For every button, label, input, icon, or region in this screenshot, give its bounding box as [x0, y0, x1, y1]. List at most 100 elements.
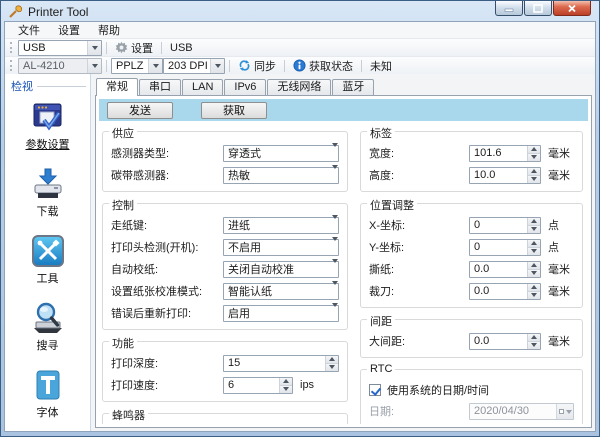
sidebar-item-download[interactable]: 下载 [31, 167, 65, 219]
y-coordinate-spinner[interactable]: 0 [469, 239, 541, 256]
spinner-up-icon[interactable] [326, 356, 338, 363]
dropdown-arrow-icon [87, 41, 101, 55]
large-gap-row: 大间距: 0.0 毫米 [369, 330, 574, 352]
ribbon-sensor-select[interactable]: 热敏 [223, 167, 339, 184]
menu-item-settings[interactable]: 设置 [49, 21, 89, 39]
spinner-up-icon[interactable] [528, 168, 540, 175]
sync-button[interactable]: 同步 [234, 58, 280, 74]
group-buzzer: 蜂鸣器 蜂鸣器: 启用 [102, 413, 348, 424]
printer-model-combo: AL-4210 [18, 58, 102, 74]
dropdown-arrow-icon [332, 241, 338, 253]
spinner-down-icon[interactable] [528, 341, 540, 349]
close-icon [567, 4, 577, 13]
x-coordinate-spinner[interactable]: 0 [469, 217, 541, 234]
tear-off-spinner[interactable]: 0.0 [469, 261, 541, 278]
app-icon [8, 5, 23, 19]
tab-wireless[interactable]: 无线网络 [267, 79, 331, 95]
auto-calibration-value: 关闭自动校准 [228, 261, 294, 277]
auto-calibration-select[interactable]: 关闭自动校准 [223, 261, 339, 278]
label-width-spinner[interactable]: 101.6 [469, 145, 541, 162]
rtc-date-label: 日期: [369, 403, 469, 419]
use-system-datetime-checkbox[interactable] [369, 384, 381, 396]
cutter-spinner[interactable]: 0.0 [469, 283, 541, 300]
sidebar-item-search[interactable]: 搜寻 [31, 301, 65, 353]
settings-button[interactable]: 设置 [111, 40, 157, 56]
sensor-type-row: 感测器类型: 穿透式 [111, 142, 339, 164]
reprint-after-error-label: 错误后重新打印: [111, 305, 223, 321]
sensor-type-select[interactable]: 穿透式 [223, 145, 339, 162]
reprint-after-error-select[interactable]: 启用 [223, 305, 339, 322]
rtc-date-value: 2020/04/30 [470, 404, 556, 419]
group-title: 标签 [367, 125, 395, 141]
tab-serial[interactable]: 串口 [139, 79, 181, 95]
spinner-up-icon[interactable] [528, 240, 540, 247]
interface-combo[interactable]: USB [18, 40, 102, 56]
toolbar-separator [361, 60, 362, 72]
large-gap-spinner[interactable]: 0.0 [469, 333, 541, 350]
menu-item-file[interactable]: 文件 [9, 21, 49, 39]
y-coordinate-label: Y-坐标: [369, 239, 469, 255]
tab-lan[interactable]: LAN [182, 79, 223, 95]
spinner-down-icon[interactable] [280, 385, 292, 393]
tab-ipv6[interactable]: IPv6 [224, 79, 266, 95]
label-width-value: 101.6 [470, 146, 527, 161]
spinner-down-icon[interactable] [528, 153, 540, 161]
spinner-down-icon[interactable] [528, 291, 540, 299]
printhead-check-select[interactable]: 不启用 [223, 239, 339, 256]
paper-calibration-mode-select[interactable]: 智能认纸 [223, 283, 339, 300]
sidebar-item-label: 下载 [37, 203, 59, 219]
close-button[interactable] [553, 1, 591, 16]
send-button[interactable]: 发送 [107, 102, 173, 119]
sidebar-header: 检视 [5, 77, 90, 100]
group-supply: 供应 感测器类型: 穿透式 碳带感测器: [102, 131, 348, 192]
spinner-up-icon[interactable] [528, 146, 540, 153]
spinner-down-icon[interactable] [528, 269, 540, 277]
emulation-combo[interactable]: PPLZ [111, 58, 163, 74]
toolbar-grip[interactable] [10, 42, 13, 53]
label-width-label: 宽度: [369, 145, 469, 161]
get-button[interactable]: 获取 [201, 102, 267, 119]
spinner-up-icon[interactable] [528, 334, 540, 341]
get-status-button[interactable]: 获取状态 [289, 58, 357, 74]
cutter-label: 裁刀: [369, 283, 469, 299]
spinner-up-icon[interactable] [528, 218, 540, 225]
caption-buttons [494, 1, 591, 16]
label-width-unit: 毫米 [548, 145, 570, 161]
print-speed-spinner[interactable]: 6 [223, 377, 293, 394]
cutter-row: 裁刀: 0.0 毫米 [369, 280, 574, 302]
sidebar-header-rule [37, 86, 86, 87]
large-gap-value: 0.0 [470, 334, 527, 349]
dpi-combo[interactable]: 203 DPI [163, 58, 225, 74]
gear-icon [115, 41, 128, 54]
spinner-up-icon[interactable] [280, 378, 292, 385]
sidebar-item-tools[interactable]: 工具 [31, 234, 65, 286]
print-darkness-spinner[interactable]: 15 [223, 355, 339, 372]
spinner-down-icon[interactable] [528, 247, 540, 255]
label-height-spinner[interactable]: 10.0 [469, 167, 541, 184]
tear-off-value: 0.0 [470, 262, 527, 277]
spinner-down-icon[interactable] [528, 225, 540, 233]
toolbar-separator [106, 60, 107, 72]
maximize-button[interactable] [524, 1, 552, 16]
sidebar-item-label: 搜寻 [37, 337, 59, 353]
feed-key-select[interactable]: 进纸 [223, 217, 339, 234]
group-gap: 间距 大间距: 0.0 毫米 [360, 319, 583, 358]
sidebar-item-parameter-settings[interactable]: 参数设置 [26, 100, 70, 152]
title-bar[interactable]: Printer Tool [4, 1, 596, 21]
spinner-up-icon[interactable] [528, 262, 540, 269]
toolbar-grip[interactable] [10, 60, 13, 71]
spinner-up-icon[interactable] [528, 284, 540, 291]
settings-button-label: 设置 [131, 40, 153, 56]
printer-tool-window: Printer Tool 文件 设置 帮助 USB [0, 0, 600, 437]
spinner-down-icon[interactable] [326, 363, 338, 371]
tab-bluetooth[interactable]: 蓝牙 [332, 79, 374, 95]
tab-general[interactable]: 常规 [96, 78, 138, 96]
spinner-down-icon[interactable] [528, 175, 540, 183]
menu-item-help[interactable]: 帮助 [89, 21, 129, 39]
get-status-button-label: 获取状态 [309, 58, 353, 74]
sidebar-item-font[interactable]: 字体 [31, 368, 65, 420]
printhead-check-label: 打印头检测(开机): [111, 239, 223, 255]
group-title: 供应 [109, 125, 137, 141]
sidebar-header-label: 检视 [11, 78, 33, 94]
minimize-button[interactable] [495, 1, 523, 16]
